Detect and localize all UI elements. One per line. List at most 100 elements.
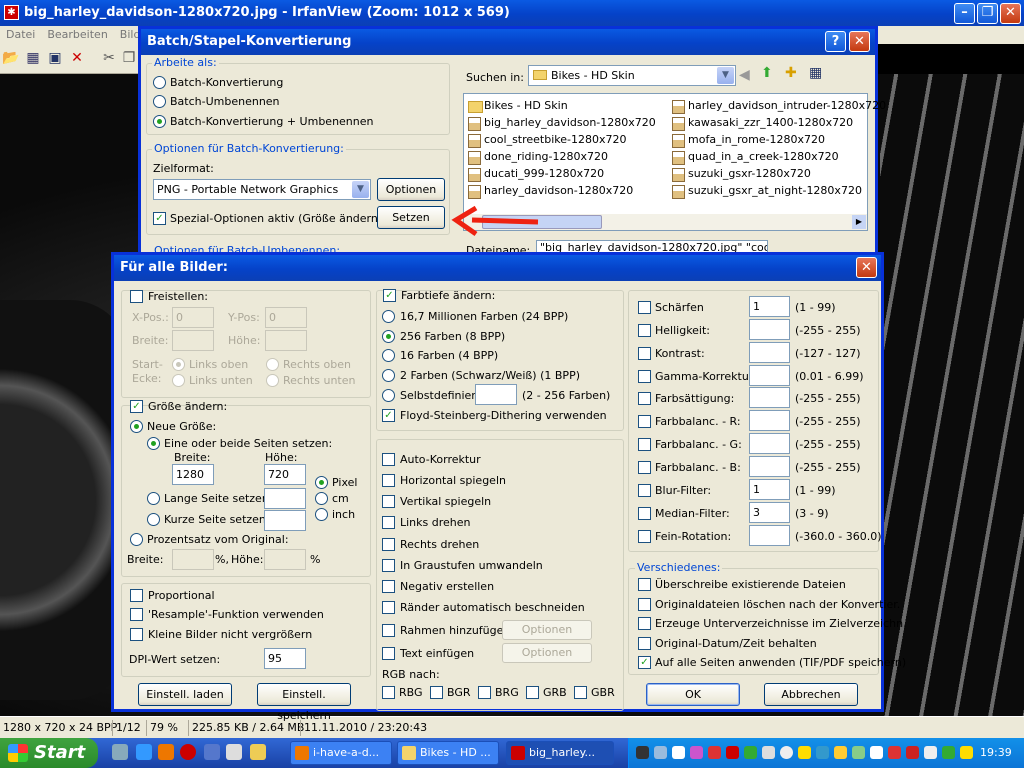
adjust-checkbox[interactable]	[638, 392, 651, 405]
media-icon[interactable]	[226, 744, 242, 760]
adjust-input[interactable]	[749, 410, 790, 431]
tray-icon[interactable]	[816, 746, 829, 759]
rgb-checkbox[interactable]	[526, 686, 539, 699]
tray-icon[interactable]	[708, 746, 721, 759]
ie-icon[interactable]	[136, 744, 152, 760]
corner-radio-ru[interactable]	[266, 374, 279, 387]
corner-radio-ro[interactable]	[266, 358, 279, 371]
unit-radio-pixel[interactable]	[315, 476, 328, 489]
cut-icon[interactable]: ✂	[100, 49, 118, 67]
depth-radio-8[interactable]	[382, 330, 395, 343]
adjust-checkbox[interactable]	[638, 415, 651, 428]
versch-checkbox[interactable]	[638, 578, 651, 591]
rgb-checkbox[interactable]	[430, 686, 443, 699]
menu-bearbeiten[interactable]: Bearbeiten	[41, 26, 113, 43]
adjust-input[interactable]	[749, 525, 790, 546]
corner-radio-lo[interactable]	[172, 358, 185, 371]
setzen-button[interactable]: Setzen	[377, 206, 445, 229]
crop-hoehe-input[interactable]	[265, 330, 307, 351]
adjust-checkbox[interactable]	[638, 461, 651, 474]
list-item[interactable]: mofa_in_rome-1280x720	[670, 132, 825, 148]
adjust-input[interactable]: 1	[749, 296, 790, 317]
adjust-input[interactable]	[749, 456, 790, 477]
save-icon[interactable]: ▣	[46, 49, 64, 67]
zielformat-select[interactable]: PNG - Portable Network Graphics ▼	[153, 179, 371, 200]
tray-icon[interactable]	[906, 746, 919, 759]
adjust-input[interactable]	[749, 319, 790, 340]
ok-button[interactable]: OK	[646, 683, 740, 706]
mode-radio-rename[interactable]	[153, 95, 166, 108]
adjust-checkbox[interactable]	[638, 530, 651, 543]
versch-checkbox[interactable]	[638, 598, 651, 611]
adjust-input[interactable]	[749, 365, 790, 386]
mode-radio-both[interactable]	[153, 115, 166, 128]
task-explorer[interactable]: Bikes - HD ...	[397, 741, 499, 765]
adjust-input[interactable]	[749, 387, 790, 408]
dialog-close-button[interactable]: ✕	[856, 257, 877, 278]
op-checkbox[interactable]	[382, 624, 395, 637]
up-folder-icon[interactable]: ⬆	[761, 65, 773, 81]
task-irfanview[interactable]: big_harley...	[506, 741, 614, 765]
kurze-seite-radio[interactable]	[147, 513, 160, 526]
list-item[interactable]: cool_streetbike-1280x720	[466, 132, 627, 148]
op-checkbox[interactable]	[382, 453, 395, 466]
lange-seite-radio[interactable]	[147, 492, 160, 505]
tray-icon[interactable]	[780, 746, 793, 759]
versch-checkbox[interactable]: ✓	[638, 656, 651, 669]
ypos-input[interactable]: 0	[265, 307, 307, 328]
batch-close-button[interactable]: ✕	[849, 31, 870, 52]
corner-radio-lu[interactable]	[172, 374, 185, 387]
width-input[interactable]: 1280	[172, 464, 214, 485]
eine-seite-radio[interactable]	[147, 437, 160, 450]
op-checkbox[interactable]	[382, 559, 395, 572]
xpos-input[interactable]: 0	[172, 307, 214, 328]
lange-seite-input[interactable]	[264, 488, 306, 509]
resample-checkbox[interactable]	[130, 608, 143, 621]
tray-icon[interactable]	[942, 746, 955, 759]
depth-radio-4[interactable]	[382, 349, 395, 362]
proportional-checkbox[interactable]	[130, 589, 143, 602]
menu-datei[interactable]: Datei	[0, 26, 41, 43]
back-icon[interactable]: ◀	[739, 67, 750, 83]
prozent-radio[interactable]	[130, 533, 143, 546]
tray-icon[interactable]	[762, 746, 775, 759]
list-item[interactable]: harley_davidson_intruder-1280x720	[670, 98, 886, 114]
adjust-checkbox[interactable]	[638, 438, 651, 451]
op-checkbox[interactable]	[382, 580, 395, 593]
volume-icon[interactable]	[960, 746, 973, 759]
delete-icon[interactable]: ✕	[68, 49, 86, 67]
unit-radio-cm[interactable]	[315, 492, 328, 505]
firefox-icon[interactable]	[158, 744, 174, 760]
custom-colors-input[interactable]	[475, 384, 517, 405]
height-input[interactable]: 720	[264, 464, 306, 485]
save-settings-button[interactable]: Einstell. speichern	[257, 683, 351, 722]
adjust-checkbox[interactable]	[638, 301, 651, 314]
tray-icon[interactable]	[690, 746, 703, 759]
op-checkbox[interactable]	[382, 495, 395, 508]
tool-icon[interactable]	[250, 744, 266, 760]
depth-radio-custom[interactable]	[382, 389, 395, 402]
tray-icon[interactable]	[636, 746, 649, 759]
adjust-input[interactable]	[749, 433, 790, 454]
rgb-checkbox[interactable]	[382, 686, 395, 699]
list-item[interactable]: suzuki_gsxr_at_night-1280x720	[670, 183, 862, 199]
tray-icon[interactable]	[672, 746, 685, 759]
spezial-checkbox[interactable]: ✓	[153, 212, 166, 225]
view-menu-icon[interactable]: ▦	[809, 65, 822, 81]
dpi-input[interactable]: 95	[264, 648, 306, 669]
tray-icon[interactable]	[744, 746, 757, 759]
op-checkbox[interactable]	[382, 516, 395, 529]
tray-icon[interactable]	[834, 746, 847, 759]
small-images-checkbox[interactable]	[130, 628, 143, 641]
optionen-button[interactable]: Optionen	[377, 178, 445, 201]
suchen-select[interactable]: Bikes - HD Skin ▼	[528, 65, 736, 86]
versch-checkbox[interactable]	[638, 637, 651, 650]
desktop-icon[interactable]	[112, 744, 128, 760]
kurze-seite-input[interactable]	[264, 510, 306, 531]
list-item[interactable]: Bikes - HD Skin	[466, 98, 568, 114]
quicklaunch-icon[interactable]	[204, 744, 220, 760]
open-icon[interactable]: 📂	[2, 49, 20, 67]
tray-icon[interactable]	[888, 746, 901, 759]
tray-icon[interactable]	[870, 746, 883, 759]
unit-radio-inch[interactable]	[315, 508, 328, 521]
